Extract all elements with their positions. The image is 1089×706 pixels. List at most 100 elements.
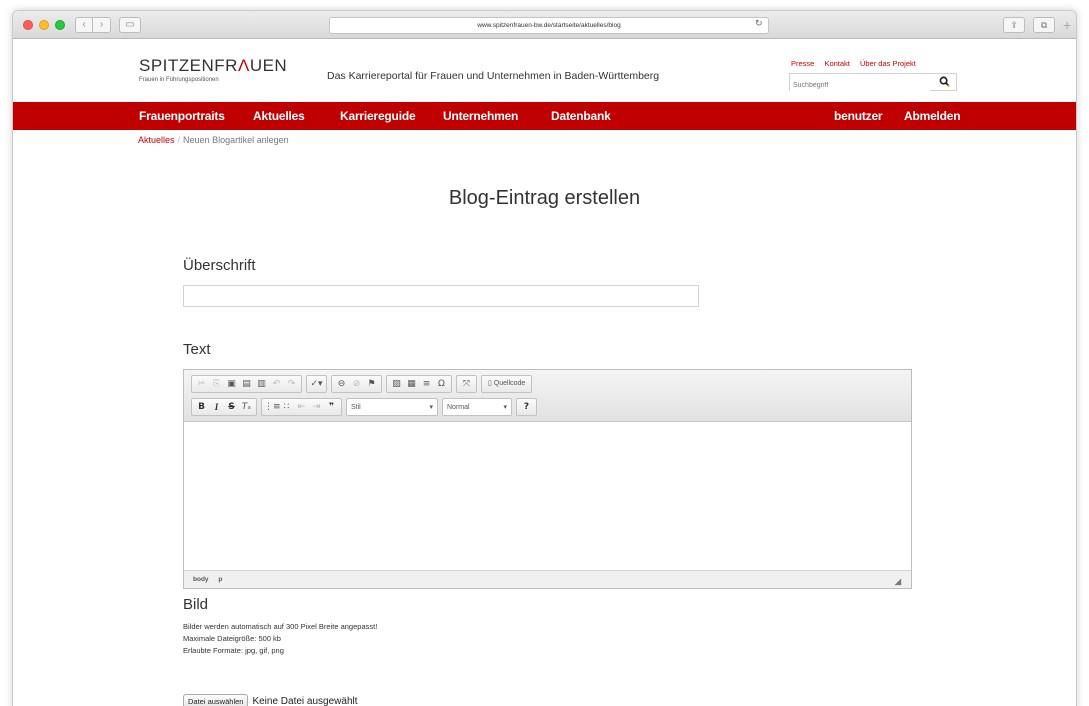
- address-bar[interactable]: www.spitzenfrauen-bw.de/startseite/aktue…: [329, 17, 769, 34]
- file-upload: Datei auswählen Keine Datei ausgewählt: [183, 694, 358, 706]
- zoom-window-button[interactable]: [55, 20, 65, 30]
- source-group: ▯ Quellcode: [481, 375, 533, 393]
- rich-text-editor: ✂ ⎘ ▣ ▤ ▥ ↶ ↷ ✓▾ ⊖ ⊘ ⚑ ▨ ▦ ≡ Ω ⤧ ▯ Quell…: [183, 369, 912, 589]
- toolbar-row-1: ✂ ⎘ ▣ ▤ ▥ ↶ ↷ ✓▾ ⊖ ⊘ ⚑ ▨ ▦ ≡ Ω ⤧ ▯ Quell…: [191, 375, 533, 393]
- logo-prefix: SPITZENFR: [139, 56, 238, 75]
- image-label: Bild: [183, 596, 209, 613]
- bulleted-list-icon[interactable]: ∷: [279, 399, 294, 415]
- help-button[interactable]: ?: [519, 399, 534, 415]
- image-help-text: Bilder werden automatisch auf 300 Pixel …: [183, 621, 377, 657]
- breadcrumb-separator: /: [177, 135, 181, 145]
- image-icon[interactable]: ▨: [389, 376, 404, 392]
- toolbar-row-2: B I S Tₓ ⋮≡ ∷ ⇤ ⇥ ❞ Stil ▾ Normal ▾ ?: [191, 398, 537, 416]
- nav-aktuelles[interactable]: Aktuelles: [253, 109, 305, 123]
- logo-wordmark: SPITZENFRΛUEN: [139, 56, 287, 76]
- forward-icon[interactable]: ›: [93, 17, 111, 33]
- bold-icon[interactable]: B: [194, 399, 209, 415]
- element-path-body[interactable]: body: [193, 576, 209, 583]
- logo-subtitle: Frauen in Führungspositionen: [139, 77, 219, 83]
- browser-titlebar: ‹ › ▭ www.spitzenfrauen-bw.de/startseite…: [13, 11, 1076, 39]
- chevron-down-icon: ▾: [503, 404, 507, 411]
- search-box: [789, 73, 957, 94]
- nav-karriereguide[interactable]: Karriereguide: [340, 109, 416, 123]
- numbered-list-icon[interactable]: ⋮≡: [264, 399, 281, 415]
- style-select-value: Stil: [351, 403, 361, 411]
- style-select[interactable]: Stil ▾: [346, 398, 438, 416]
- link-ueber-das-projekt[interactable]: Über das Projekt: [860, 59, 916, 68]
- spellcheck-group: ✓▾: [306, 375, 327, 393]
- italic-icon[interactable]: I: [209, 399, 224, 415]
- basic-styles-group: B I S Tₓ: [191, 398, 257, 416]
- logo-suffix: UEN: [249, 56, 288, 75]
- paste-word-icon[interactable]: ▥: [254, 376, 269, 392]
- top-links: Presse Kontakt Über das Projekt: [791, 59, 924, 68]
- link-icon[interactable]: ⊖: [334, 376, 349, 392]
- breadcrumb: Aktuelles / Neuen Blogartikel anlegen: [138, 135, 289, 145]
- link-kontakt[interactable]: Kontakt: [824, 59, 849, 68]
- choose-file-button[interactable]: Datei auswählen: [183, 694, 249, 706]
- format-select-value: Normal: [447, 403, 470, 411]
- special-char-icon[interactable]: Ω: [434, 376, 449, 392]
- reload-icon[interactable]: ↻: [755, 18, 763, 29]
- nav-datenbank[interactable]: Datenbank: [551, 109, 611, 123]
- anchor-icon[interactable]: ⚑: [364, 376, 379, 392]
- close-window-button[interactable]: [23, 20, 33, 30]
- sidebar-icon[interactable]: ▭: [119, 17, 141, 33]
- strikethrough-icon[interactable]: S: [224, 399, 239, 415]
- format-select[interactable]: Normal ▾: [442, 398, 512, 416]
- help-line-size: Maximale Dateigröße: 500 kb: [183, 634, 281, 643]
- page-title: Blog-Eintrag erstellen: [448, 187, 641, 209]
- breadcrumb-current: Neuen Blogartikel anlegen: [183, 135, 289, 145]
- help-line-resize: Bilder werden automatisch auf 300 Pixel …: [183, 622, 378, 631]
- share-icon[interactable]: ⇪: [1003, 17, 1025, 33]
- table-icon[interactable]: ▦: [404, 376, 419, 392]
- paste-icon[interactable]: ▣: [224, 376, 239, 392]
- outdent-icon[interactable]: ⇤: [294, 399, 309, 415]
- undo-icon[interactable]: ↶: [269, 376, 284, 392]
- browser-window: ‹ › ▭ www.spitzenfrauen-bw.de/startseite…: [12, 10, 1077, 706]
- tabs-icon[interactable]: ⧉: [1033, 17, 1055, 33]
- insert-group: ▨ ▦ ≡ Ω: [386, 375, 452, 393]
- search-input[interactable]: [790, 77, 930, 94]
- source-button[interactable]: ▯ Quellcode: [484, 376, 529, 392]
- paste-text-icon[interactable]: ▤: [239, 376, 254, 392]
- clipboard-group: ✂ ⎘ ▣ ▤ ▥ ↶ ↷: [191, 375, 302, 393]
- web-page: SPITZENFRΛUEN Frauen in Führungsposition…: [13, 39, 1076, 706]
- maximize-group: ⤧: [456, 375, 477, 393]
- cut-icon[interactable]: ✂: [194, 376, 209, 392]
- link-presse[interactable]: Presse: [791, 59, 814, 68]
- new-tab-icon[interactable]: +: [1063, 17, 1071, 33]
- blockquote-icon[interactable]: ❞: [324, 399, 339, 415]
- search-icon[interactable]: [939, 76, 950, 87]
- redo-icon[interactable]: ↷: [284, 376, 299, 392]
- site-tagline: Das Karriereportal für Frauen und Untern…: [327, 70, 660, 82]
- remove-format-icon[interactable]: Tₓ: [239, 399, 254, 415]
- editor-status-bar: body p ◢: [184, 570, 911, 588]
- breadcrumb-aktuelles[interactable]: Aktuelles: [138, 135, 175, 145]
- horizontal-line-icon[interactable]: ≡: [419, 376, 434, 392]
- nav-unternehmen[interactable]: Unternehmen: [443, 109, 518, 123]
- nav-frauenportraits[interactable]: Frauenportraits: [139, 109, 225, 123]
- logo-accent: Λ: [237, 56, 250, 75]
- spellcheck-icon[interactable]: ✓▾: [309, 376, 324, 392]
- text-label: Text: [183, 341, 211, 358]
- chevron-down-icon: ▾: [429, 404, 433, 411]
- unlink-icon[interactable]: ⊘: [349, 376, 364, 392]
- main-navigation: Frauenportraits Aktuelles Karriereguide …: [13, 102, 1076, 130]
- heading-input[interactable]: [183, 285, 699, 307]
- resize-handle-icon[interactable]: ◢: [895, 577, 901, 586]
- back-icon[interactable]: ‹: [75, 17, 93, 33]
- element-path-p[interactable]: p: [218, 576, 222, 583]
- editor-content-area[interactable]: [184, 423, 911, 557]
- copy-icon[interactable]: ⎘: [209, 376, 224, 392]
- help-line-formats: Erlaubte Formate: jpg, gif, png: [183, 646, 284, 655]
- site-logo[interactable]: SPITZENFRΛUEN Frauen in Führungsposition…: [139, 56, 287, 83]
- nav-logout[interactable]: Abmelden: [904, 109, 961, 123]
- maximize-icon[interactable]: ⤧: [459, 376, 474, 392]
- help-group: ?: [516, 398, 537, 416]
- nav-user[interactable]: benutzer: [834, 109, 883, 123]
- indent-icon[interactable]: ⇥: [309, 399, 324, 415]
- source-label: Quellcode: [493, 380, 526, 387]
- minimize-window-button[interactable]: [39, 20, 49, 30]
- list-group: ⋮≡ ∷ ⇤ ⇥ ❞: [261, 398, 342, 416]
